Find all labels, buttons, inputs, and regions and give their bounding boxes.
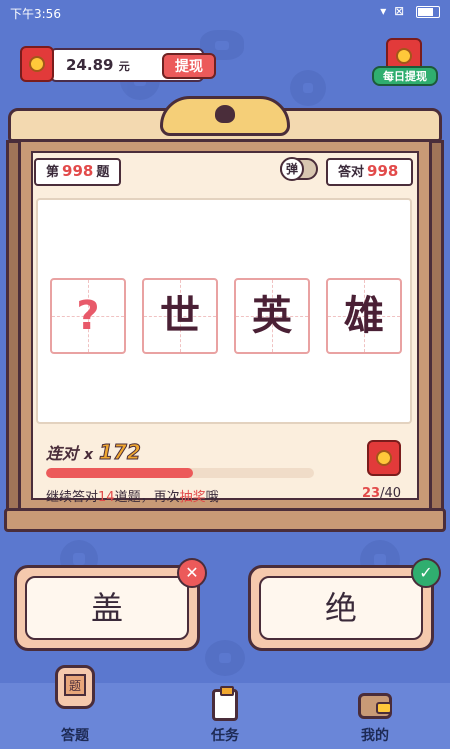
streak-display: 连对 x 172 — [46, 440, 142, 465]
balance-unit: 元 — [118, 60, 130, 73]
lottery-hint: 继续答对14道题，再次抽奖哦 — [46, 490, 219, 505]
lottery-count: 23/40 — [362, 486, 402, 501]
bullet-toggle-knob: 弹 — [280, 157, 304, 181]
lottery-progress-bar — [46, 468, 314, 478]
answer-option-label: 盖 — [25, 576, 189, 640]
board-base — [4, 508, 446, 532]
wrong-mark-icon: ✕ — [177, 558, 207, 588]
withdraw-button[interactable]: 提现 — [162, 53, 216, 79]
red-packet-icon — [367, 440, 401, 476]
quiz-lantern-icon — [55, 665, 95, 709]
lottery-progress-fill — [46, 468, 194, 478]
idiom-panel: ? 世 英 雄 — [36, 198, 412, 424]
bullet-toggle[interactable]: 弹 — [280, 157, 318, 181]
background-coin-decoration — [205, 640, 245, 676]
daily-withdraw-button[interactable]: 每日提现 — [372, 38, 438, 90]
nav-tab-tasks[interactable]: 任务 — [150, 683, 300, 749]
battery-icon — [416, 5, 440, 18]
wallet-icon — [358, 693, 392, 719]
balance-box: 24.89 元 提现 — [50, 48, 216, 82]
question-suffix: 题 — [96, 165, 110, 180]
task-clipboard-icon — [212, 686, 238, 721]
idiom-char: 世 — [142, 278, 218, 354]
check-mark-icon: ✓ — [411, 558, 441, 588]
status-bar: 下午3:56 ▾ ⊠ — [0, 0, 450, 26]
correct-count-tag: 答对 998 — [326, 158, 414, 186]
bottom-nav: 答题 任务 我的 — [0, 665, 450, 749]
streak-multiplier: x — [84, 447, 94, 463]
idiom-char: 英 — [234, 278, 310, 354]
board-roof-ornament — [160, 96, 290, 136]
correct-prefix: 答对 — [338, 165, 365, 180]
question-number: 998 — [62, 162, 94, 180]
streak-label: 连对 — [46, 444, 79, 463]
question-prefix: 第 — [46, 165, 60, 180]
nav-label: 任务 — [211, 728, 239, 744]
idiom-char-missing: ? — [50, 278, 126, 354]
balance-widget: 24.89 元 提现 — [20, 46, 216, 86]
daily-withdraw-label: 每日提现 — [372, 66, 438, 86]
status-icons: ▾ ⊠ — [380, 4, 440, 18]
nav-label: 我的 — [361, 728, 389, 744]
streak-count: 172 — [99, 440, 142, 465]
lottery-red-packet-button[interactable] — [367, 440, 401, 476]
balance-value: 24.89 — [66, 56, 114, 74]
answer-option-label: 绝 — [259, 576, 423, 640]
wifi-icon: ▾ ⊠ — [380, 4, 407, 18]
background-coin-decoration — [290, 70, 326, 106]
idiom-char: 雄 — [326, 278, 402, 354]
status-time: 下午3:56 — [10, 7, 61, 21]
nav-tab-mine[interactable]: 我的 — [300, 683, 450, 749]
answer-option-2[interactable]: 绝 ✓ — [248, 558, 441, 651]
nav-label: 答题 — [61, 728, 89, 744]
nav-tab-quiz[interactable]: 答题 — [0, 665, 150, 749]
correct-count: 998 — [367, 162, 399, 180]
question-number-tag: 第 998 题 — [34, 158, 122, 186]
balance-amount: 24.89 元 — [66, 56, 130, 74]
red-packet-icon — [20, 46, 54, 82]
answer-option-1[interactable]: 盖 ✕ — [14, 558, 207, 651]
